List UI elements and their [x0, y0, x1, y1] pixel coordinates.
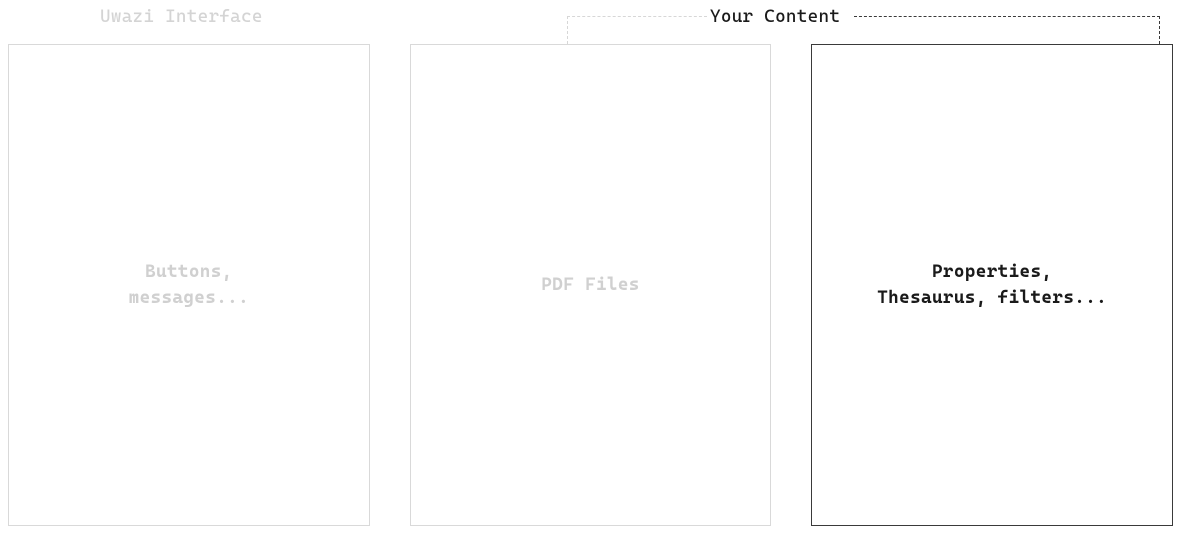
box-label-line: messages...	[129, 287, 249, 308]
box-label-properties: Properties, Thesaurus, filters...	[877, 259, 1107, 311]
box-label-line: Buttons,	[145, 261, 233, 282]
diagram-root: Uwazi Interface Your Content Buttons, me…	[0, 0, 1181, 537]
box-label-line: Thesaurus, filters...	[877, 287, 1107, 308]
box-label-pdf: PDF Files	[541, 272, 640, 298]
box-label-line: Properties,	[932, 261, 1052, 282]
boxes-row: Buttons, messages... PDF Files Propertie…	[8, 44, 1173, 526]
box-properties: Properties, Thesaurus, filters...	[811, 44, 1173, 526]
box-label-line: PDF Files	[541, 274, 640, 295]
box-pdf-files: PDF Files	[410, 44, 772, 526]
header-your-content: Your Content	[710, 6, 840, 27]
header-uwazi-interface: Uwazi Interface	[100, 6, 263, 27]
box-uwazi-interface: Buttons, messages...	[8, 44, 370, 526]
box-label-uwazi: Buttons, messages...	[129, 259, 249, 311]
header-row: Uwazi Interface Your Content	[0, 6, 1181, 36]
